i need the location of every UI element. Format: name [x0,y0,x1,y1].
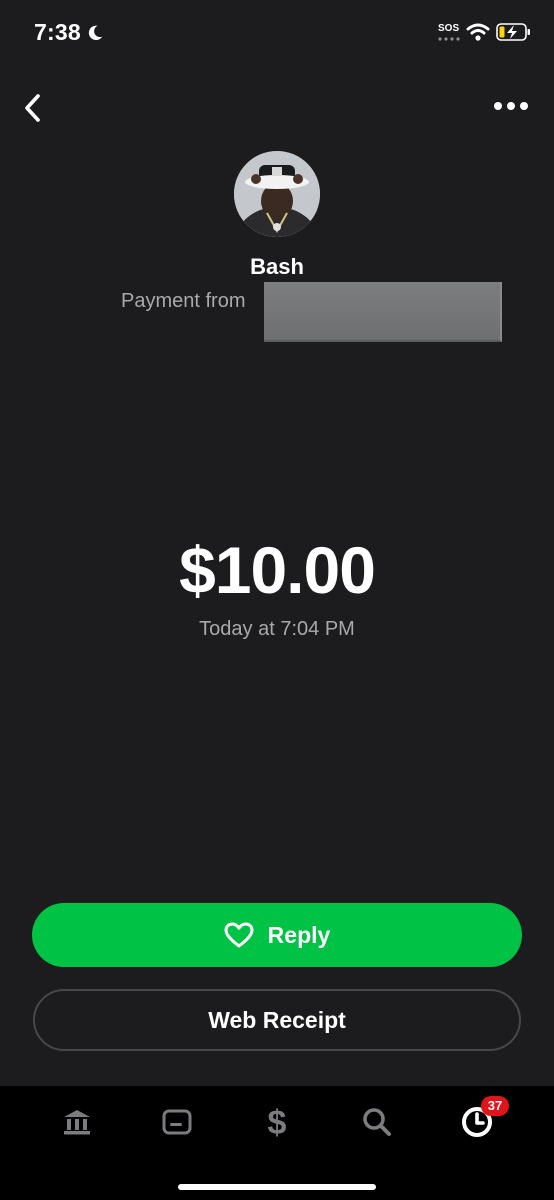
home-indicator[interactable] [178,1184,376,1190]
payment-date: Today at 7:04 PM [199,618,355,640]
tab-card[interactable] [157,1102,197,1142]
battery-charging-icon [496,23,530,41]
payment-amount: $10.00 [179,533,376,607]
reply-button[interactable]: Reply [32,903,522,967]
tab-search[interactable] [357,1102,397,1142]
wifi-icon [466,23,490,41]
search-icon [363,1108,391,1136]
back-button[interactable] [18,90,48,126]
tab-banking[interactable] [57,1102,97,1142]
svg-text:$: $ [268,1104,287,1140]
bank-icon [64,1110,90,1135]
dollar-icon: $ [268,1104,287,1140]
web-receipt-button[interactable]: Web Receipt [33,989,521,1051]
reply-label: Reply [267,921,331,948]
status-bar: 7:38 SOS [0,0,554,70]
sos-label: SOS [438,23,460,34]
avatar-photo [234,151,320,237]
tab-bar: $ [0,1086,554,1200]
heart-icon [224,922,254,948]
more-options-button[interactable] [490,94,532,118]
recipient-name: Bash [250,254,304,279]
avatar[interactable] [234,151,320,237]
tab-pay[interactable]: $ [257,1102,297,1142]
redacted-sender [264,282,502,342]
activity-badge: 37 [481,1096,509,1116]
payment-subtitle: Payment from [121,290,246,312]
signal-dots-icon [438,37,460,41]
web-receipt-label: Web Receipt [208,1006,346,1033]
moon-icon [88,25,103,41]
status-time: 7:38 [34,19,81,45]
card-icon [162,1109,192,1135]
